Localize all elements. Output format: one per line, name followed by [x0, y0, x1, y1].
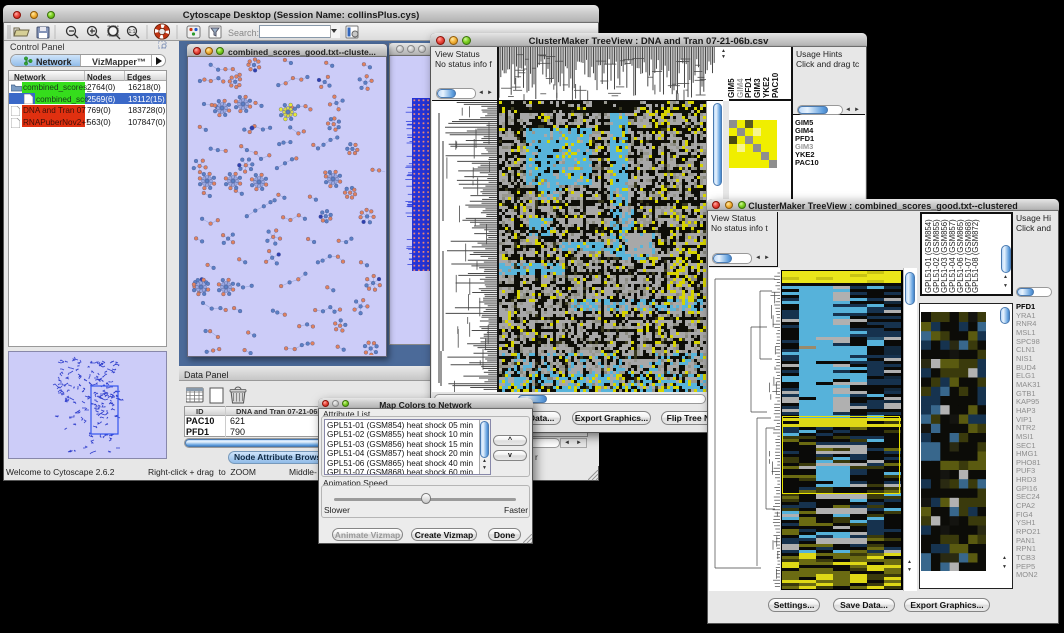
svg-text:1:1: 1:1 [129, 29, 136, 35]
